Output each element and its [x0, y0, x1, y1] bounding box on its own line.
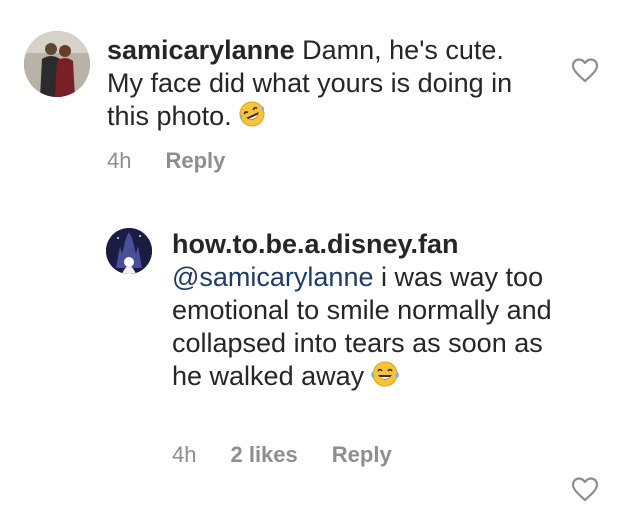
reply-button[interactable]: Reply — [165, 148, 225, 174]
avatar-photo — [106, 228, 152, 274]
reply-button[interactable]: Reply — [332, 442, 392, 468]
comment-meta: 4h Reply — [107, 148, 225, 174]
comment-username[interactable]: samicarylanne — [107, 35, 295, 65]
avatar-photo — [24, 31, 90, 97]
avatar[interactable] — [24, 31, 90, 97]
mention-link[interactable]: @samicarylanne — [172, 262, 374, 292]
avatar[interactable] — [106, 228, 152, 274]
likes-count[interactable]: 2 likes — [230, 442, 297, 468]
reply-comment: how.to.be.a.disney.fan @samicarylanne i … — [0, 220, 640, 502]
comment-text: how.to.be.a.disney.fan @samicarylanne i … — [172, 228, 552, 396]
comment-text: samicarylanne Damn, he's cute. My face d… — [107, 34, 547, 136]
comment-time: 4h — [107, 148, 132, 173]
face-with-tears-of-joy-emoji-icon — [370, 360, 400, 396]
comment: samicarylanne Damn, he's cute. My face d… — [0, 0, 640, 200]
like-heart-icon[interactable] — [571, 476, 599, 502]
comment-time: 4h — [172, 442, 197, 467]
comment-meta: 4h 2 likes Reply — [172, 442, 392, 468]
rolling-on-floor-laughing-emoji-icon — [238, 100, 266, 136]
comment-username[interactable]: how.to.be.a.disney.fan — [172, 229, 459, 259]
like-heart-icon[interactable] — [571, 57, 599, 83]
